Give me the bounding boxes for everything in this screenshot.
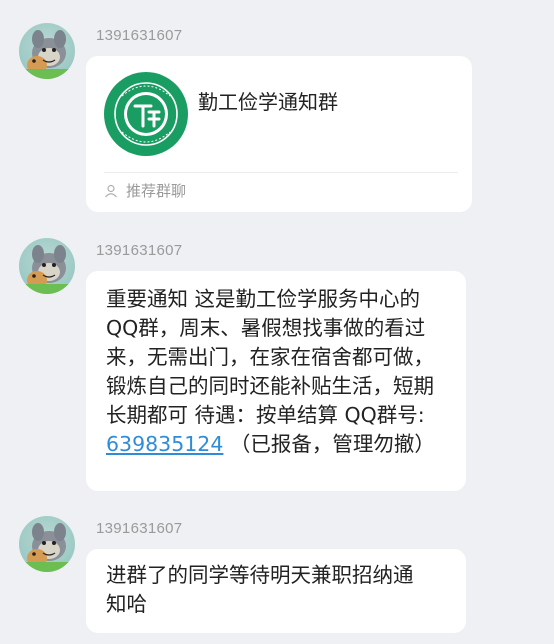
sender-id: 1391631607 <box>96 27 183 44</box>
recommend-group-label: 推荐群聊 <box>126 182 187 200</box>
group-logo-icon <box>106 74 186 154</box>
group-logo <box>104 72 188 156</box>
group-card[interactable]: 勤工俭学通知群 推荐群聊 <box>86 56 472 212</box>
message-bubble[interactable]: 进群了的同学等待明天兼职招纳通知哈 <box>86 549 466 633</box>
avatar-cartoon-icon <box>23 245 71 294</box>
message-text: 重要通知 这是勤工俭学服务中心的QQ群，周末、暑假想找事做的看过来，无需出门，在… <box>106 285 452 459</box>
qq-number-link[interactable]: 639835124 <box>106 432 223 456</box>
message-bubble[interactable]: 重要通知 这是勤工俭学服务中心的QQ群，周末、暑假想找事做的看过来，无需出门，在… <box>86 271 466 491</box>
card-divider <box>104 172 458 173</box>
group-name: 勤工俭学通知群 <box>198 90 338 114</box>
avatar[interactable] <box>19 516 75 572</box>
sender-id: 1391631607 <box>96 242 183 259</box>
avatar-cartoon-icon <box>23 523 71 572</box>
avatar[interactable] <box>19 23 75 79</box>
sender-id: 1391631607 <box>96 520 183 537</box>
card-footer: 推荐群聊 <box>104 180 186 201</box>
avatar[interactable] <box>19 238 75 294</box>
person-icon <box>104 184 118 198</box>
avatar-cartoon-icon <box>23 30 71 79</box>
message-text: 进群了的同学等待明天兼职招纳通知哈 <box>106 563 414 616</box>
notice-text: 重要通知 这是勤工俭学服务中心的QQ群，周末、暑假想找事做的看过来，无需出门，在… <box>106 287 434 427</box>
notice-suffix: （已报备，管理勿撤） <box>223 432 435 456</box>
